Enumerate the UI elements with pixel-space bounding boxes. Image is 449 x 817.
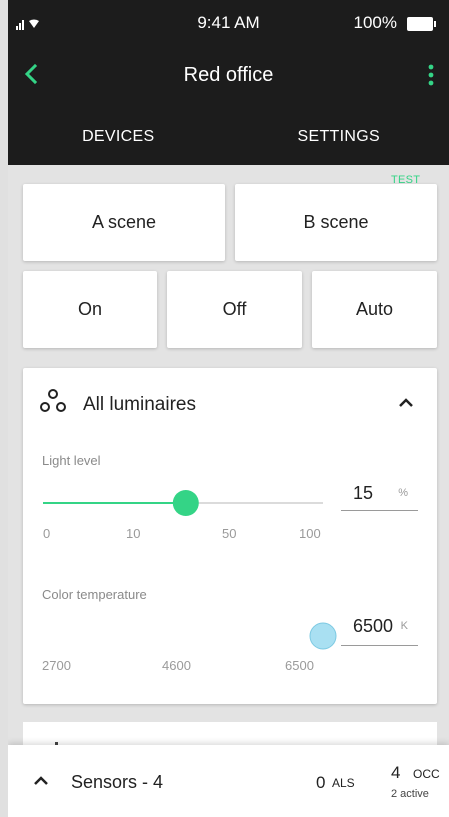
- temp-tick: 6500: [285, 658, 314, 673]
- occ-label: OCC: [413, 767, 440, 781]
- light-tick: 50: [222, 526, 237, 541]
- color-temperature-slider[interactable]: [38, 616, 337, 656]
- occ-count: 4: [391, 763, 401, 782]
- app-bar: Red office: [8, 50, 449, 100]
- phone-screen: 9:41 AM 100% Red office DEVICES SETTINGS…: [8, 0, 449, 817]
- color-temperature-field[interactable]: 6500 K: [341, 616, 418, 646]
- tab-devices[interactable]: DEVICES: [8, 115, 229, 165]
- als-count: 0: [316, 773, 326, 792]
- status-bar: 9:41 AM 100%: [8, 0, 449, 50]
- light-tick: 10: [126, 526, 141, 541]
- color-temperature-thumb[interactable]: [309, 622, 337, 650]
- light-level-field[interactable]: 15 %: [341, 483, 418, 511]
- battery-icon: [407, 17, 436, 31]
- luminaires-title: All luminaires: [83, 394, 196, 415]
- color-temperature-unit: K: [400, 620, 408, 632]
- b-scene-button[interactable]: B scene: [235, 184, 437, 261]
- light-level-slider[interactable]: [38, 483, 328, 523]
- temp-tick: 2700: [42, 658, 71, 673]
- top-bar: 9:41 AM 100% Red office DEVICES SETTINGS…: [8, 0, 449, 206]
- als-label: ALS: [332, 776, 355, 790]
- light-level-value[interactable]: 15: [353, 483, 373, 504]
- battery-percent: 100%: [353, 13, 397, 32]
- sensors-bottom-sheet[interactable]: Sensors - 4 0 ALS 4 OCC 2 active: [8, 745, 449, 817]
- luminaires-card: All luminaires Light level 0 10 50 100 1…: [23, 368, 437, 704]
- sensors-title: Sensors - 4: [71, 772, 164, 792]
- light-level-thumb[interactable]: [172, 490, 199, 516]
- light-level-label: Light level: [42, 453, 101, 468]
- color-temperature-label: Color temperature: [42, 587, 147, 602]
- auto-button[interactable]: Auto: [312, 271, 437, 348]
- occ-active-count: 2 active: [391, 788, 429, 800]
- tab-bar: DEVICES SETTINGS TEST: [8, 115, 449, 206]
- luminaires-group-icon: [40, 389, 66, 412]
- off-button[interactable]: Off: [167, 271, 302, 348]
- chevron-up-icon[interactable]: [30, 770, 52, 792]
- light-tick: 0: [43, 526, 51, 541]
- on-button[interactable]: On: [23, 271, 157, 348]
- a-scene-button[interactable]: A scene: [23, 184, 225, 261]
- temp-tick: 4600: [162, 658, 191, 673]
- color-temperature-value[interactable]: 6500: [353, 616, 393, 637]
- light-level-unit: %: [398, 487, 408, 499]
- chevron-up-icon[interactable]: [395, 392, 417, 414]
- light-tick: 100: [299, 526, 321, 541]
- more-vert-icon[interactable]: [421, 62, 441, 88]
- page-title: Red office: [183, 64, 274, 86]
